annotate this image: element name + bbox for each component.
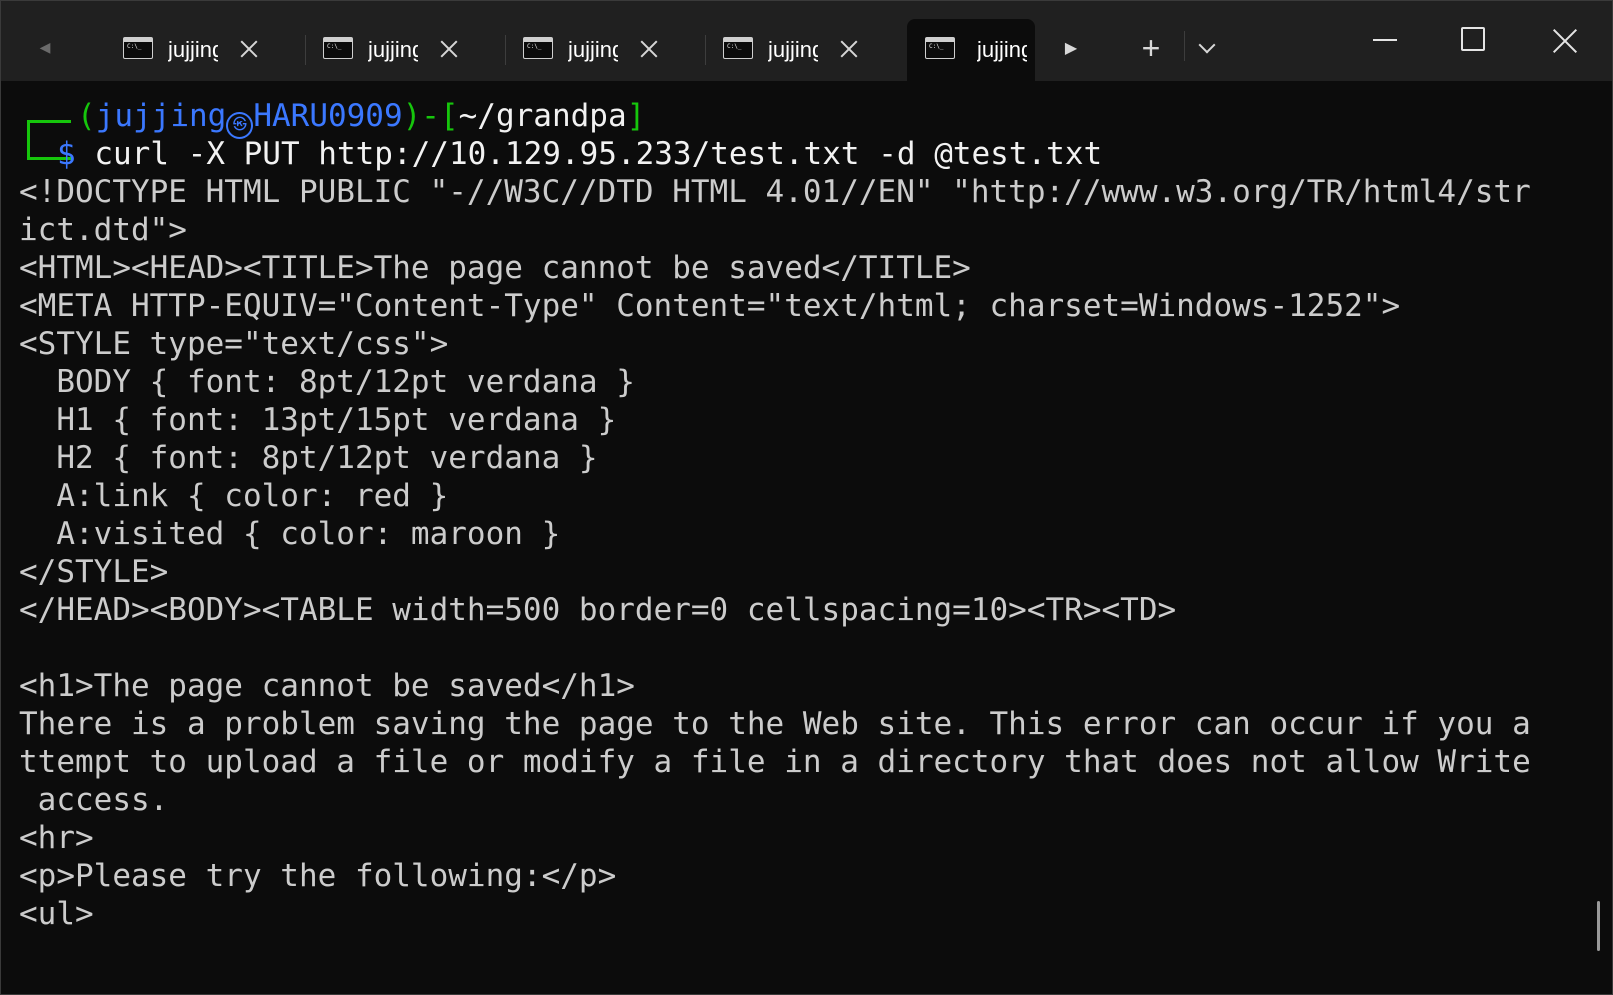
tab-separator	[505, 35, 506, 65]
tab-title: jujjing@HARU0909: ~/grandpa	[768, 37, 818, 62]
title-bar: ◀ C:\_ jujjing@HARU0909: ~/grandpa C:\_ …	[1, 1, 1612, 81]
prompt-dollar: $	[57, 136, 76, 172]
tab-4[interactable]: C:\_ jujjing@HARU0909: ~/grandpa	[713, 19, 913, 81]
close-icon[interactable]	[437, 37, 461, 61]
output-line: </STYLE>	[19, 554, 169, 590]
output-line: <p>Please try the following:</p>	[19, 858, 617, 894]
tab-title: jujjing@HARU0909: ~/grandpa	[368, 37, 418, 62]
output-line: ict.dtd">	[19, 212, 187, 248]
tab-separator	[705, 35, 706, 65]
output-line: <STYLE type="text/css">	[19, 326, 449, 362]
tab-title: jujjing@HARU0909: ~/grandpa	[977, 37, 1027, 62]
scroll-tabs-left-button[interactable]: ◀	[33, 35, 57, 59]
prompt-host: HARU0909	[253, 98, 403, 134]
output-line: <hr>	[19, 820, 94, 856]
terminal-icon: C:\_	[323, 37, 353, 59]
prompt-user: jujjing	[95, 98, 227, 134]
tab-2[interactable]: C:\_ jujjing@HARU0909: ~/grandpa	[313, 19, 513, 81]
vertical-scrollbar[interactable]	[1597, 901, 1600, 951]
output-line: access.	[19, 782, 169, 818]
tab-title: jujjing@HARU0909: ~/grandpa	[168, 37, 218, 62]
maximize-button[interactable]	[1461, 27, 1485, 51]
chevron-down-icon[interactable]	[1193, 33, 1223, 63]
tab-5-active[interactable]: C:\_ jujjing@HARU0909: ~/grandpa	[907, 19, 1035, 81]
terminal-icon: C:\_	[523, 37, 553, 59]
terminal-icon: C:\_	[723, 37, 753, 59]
tab-title: jujjing@HARU0909: ~/grandpa	[568, 37, 618, 62]
prompt-path: ~/grandpa	[458, 98, 627, 134]
close-icon[interactable]	[237, 37, 261, 61]
output-line: </HEAD><BODY><TABLE width=500 border=0 c…	[19, 592, 1177, 628]
scroll-tabs-right-button[interactable]: ▶	[1059, 37, 1083, 61]
close-icon[interactable]	[837, 37, 861, 61]
output-line: <META HTTP-EQUIV="Content-Type" Content=…	[19, 288, 1401, 324]
output-line: <HTML><HEAD><TITLE>The page cannot be sa…	[19, 250, 971, 286]
output-line: There is a problem saving the page to th…	[19, 706, 1531, 742]
command-text: curl -X PUT http://10.129.95.233/test.tx…	[75, 136, 1103, 172]
output-line: BODY { font: 8pt/12pt verdana }	[19, 364, 635, 400]
terminal-window: ◀ C:\_ jujjing@HARU0909: ~/grandpa C:\_ …	[0, 0, 1613, 995]
new-tab-button[interactable]: +	[1134, 31, 1168, 65]
close-window-button[interactable]	[1551, 27, 1579, 55]
close-icon[interactable]	[637, 37, 661, 61]
output-line: <!DOCTYPE HTML PUBLIC "-//W3C//DTD HTML …	[19, 174, 1531, 210]
output-line: A:link { color: red }	[19, 478, 449, 514]
tab-separator	[305, 35, 306, 65]
terminal-icon: C:\_	[925, 37, 955, 59]
output-line: H1 { font: 13pt/15pt verdana }	[19, 402, 617, 438]
command-line: $ curl -X PUT http://10.129.95.233/test.…	[57, 135, 1102, 173]
terminal-output[interactable]: (jujjing ㉿ HARU0909)-[~/grandpa] $ curl -X…	[1, 81, 1612, 994]
output-line: <h1>The page cannot be saved</h1>	[19, 668, 635, 704]
tab-3[interactable]: C:\_ jujjing@HARU0909: ~/grandpa	[513, 19, 713, 81]
terminal-icon: C:\_	[123, 37, 153, 59]
output-line: <ul>	[19, 896, 94, 932]
minimize-button[interactable]	[1369, 21, 1405, 57]
output-line: H2 { font: 8pt/12pt verdana }	[19, 440, 598, 476]
output-line: ttempt to upload a file or modify a file…	[19, 744, 1531, 780]
output-line: A:visited { color: maroon }	[19, 516, 561, 552]
prompt-line: (jujjing ㉿ HARU0909)-[~/grandpa]	[77, 97, 645, 139]
tab-1[interactable]: C:\_ jujjing@HARU0909: ~/grandpa	[113, 19, 313, 81]
titlebar-separator	[1184, 31, 1185, 61]
